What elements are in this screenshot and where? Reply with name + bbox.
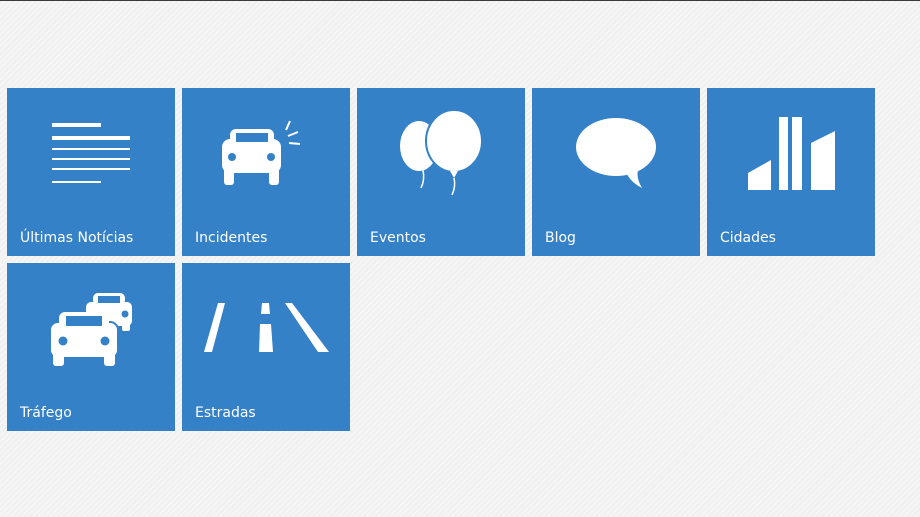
tile-trafego[interactable]: Tráfego: [7, 263, 175, 431]
top-border: [0, 0, 920, 1]
tile-label: Estradas: [195, 405, 256, 421]
tile-label: Blog: [545, 230, 576, 246]
tile-label: Cidades: [720, 230, 776, 246]
tile-label: Últimas Notícias: [20, 230, 134, 246]
tile-estradas[interactable]: Estradas: [182, 263, 350, 431]
tile-blog[interactable]: Blog: [532, 88, 700, 256]
tile-incidentes[interactable]: Incidentes: [182, 88, 350, 256]
tile-label: Incidentes: [195, 230, 268, 246]
tile-label: Tráfego: [20, 405, 72, 421]
tile-ultimas-noticias[interactable]: Últimas Notícias: [7, 88, 175, 256]
tile-eventos[interactable]: Eventos: [357, 88, 525, 256]
tile-cidades[interactable]: Cidades: [707, 88, 875, 256]
tile-label: Eventos: [370, 230, 426, 246]
